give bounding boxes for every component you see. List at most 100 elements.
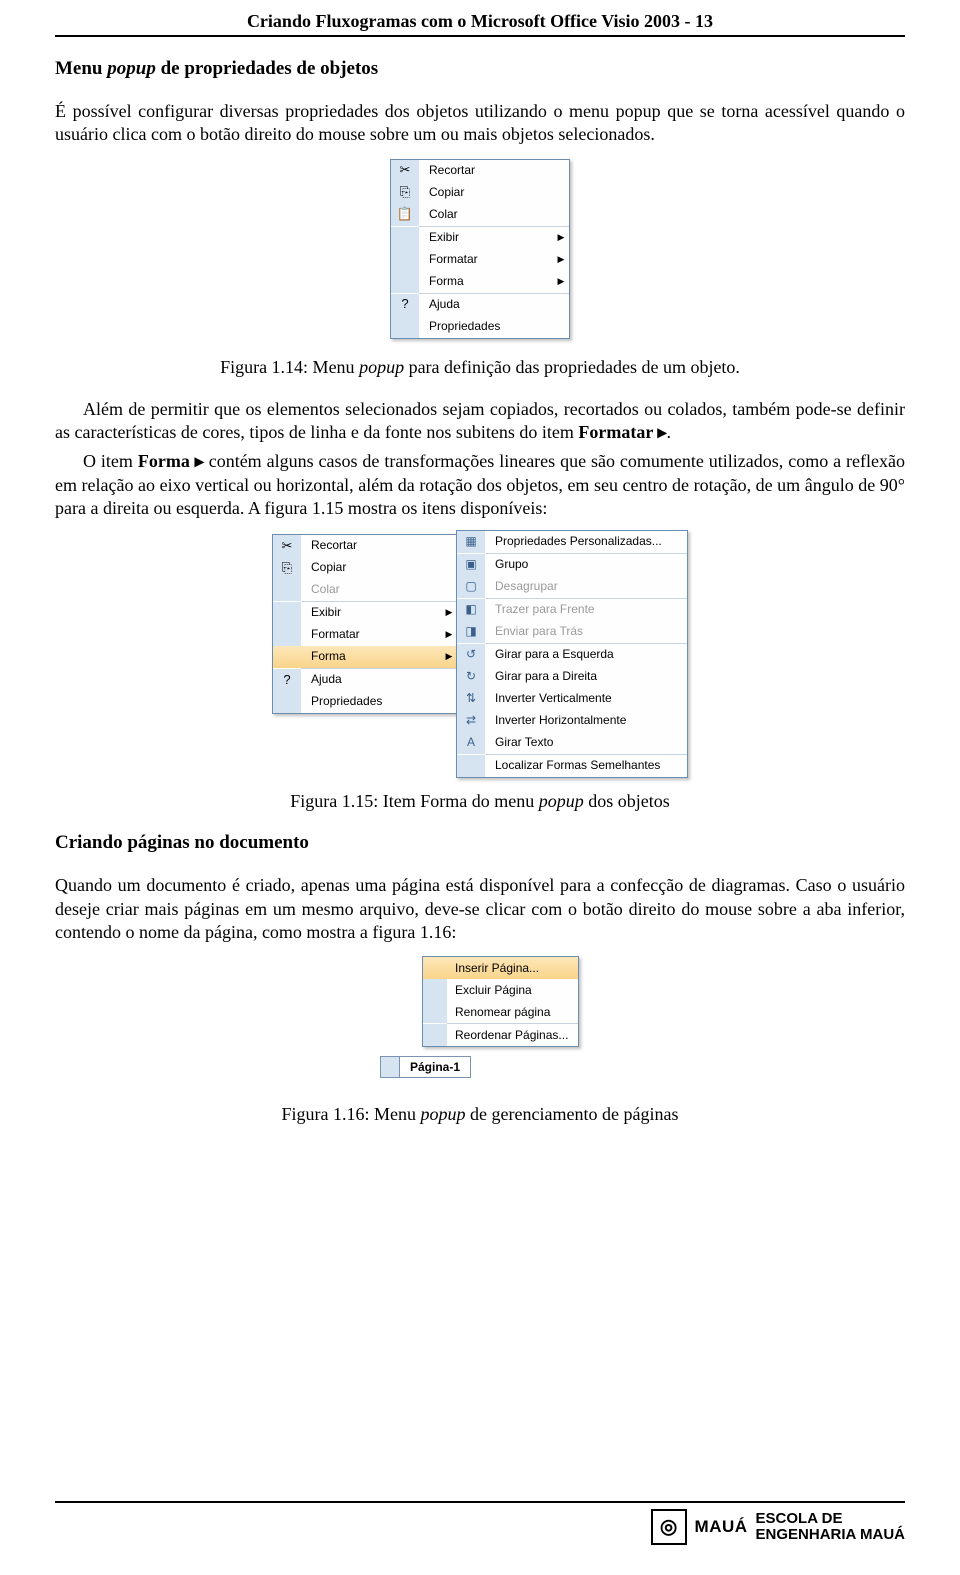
menu-item-label: Recortar xyxy=(419,163,569,179)
menu-item[interactable]: Colar xyxy=(273,579,457,601)
page-menu-item[interactable]: Renomear página xyxy=(423,1001,578,1023)
submenu-item[interactable]: ⇅Inverter Verticalmente xyxy=(457,688,687,710)
submenu-item-label: Girar Texto xyxy=(485,735,687,751)
forma-submenu[interactable]: ▦Propriedades Personalizadas...▣Grupo▢De… xyxy=(456,530,688,778)
submenu-item-icon: A xyxy=(457,732,485,754)
submenu-item-icon xyxy=(457,755,485,777)
copy-icon: ⎘ xyxy=(391,182,419,204)
submenu-item[interactable]: ▢Desagrupar xyxy=(457,576,687,598)
menu-item[interactable]: Exibir▶ xyxy=(391,227,569,249)
submenu-arrow-icon: ▶ xyxy=(441,651,457,663)
figure-1-14: ✂Recortar⎘Copiar📋ColarExibir▶Formatar▶Fo… xyxy=(55,159,905,344)
figure-1-16-caption: Figura 1.16: Menu popup de gerenciamento… xyxy=(55,1103,905,1126)
menu-item[interactable]: ?Ajuda xyxy=(273,669,457,691)
menu-item-label: Propriedades xyxy=(419,319,569,335)
page-menu-item[interactable]: Reordenar Páginas... xyxy=(423,1024,578,1046)
paragraph-forma: O item Forma ▸ contém alguns casos de tr… xyxy=(55,450,905,520)
submenu-item-icon: ◨ xyxy=(457,621,485,643)
menu-item[interactable]: Exibir▶ xyxy=(273,602,457,624)
submenu-item-icon: ⇅ xyxy=(457,688,485,710)
submenu-item[interactable]: AGirar Texto xyxy=(457,732,687,754)
menu-item-label: Propriedades xyxy=(301,694,457,710)
submenu-item-label: Desagrupar xyxy=(485,579,687,595)
submenu-arrow-icon: ▶ xyxy=(441,607,457,619)
paragraph-intro: É possível configurar diversas proprieda… xyxy=(55,100,905,147)
cut-icon: ✂ xyxy=(391,160,419,182)
menu-item-label: Copiar xyxy=(419,185,569,201)
submenu-item-icon: ↺ xyxy=(457,644,485,666)
menu-item[interactable]: Formatar▶ xyxy=(391,249,569,271)
cut-icon: ✂ xyxy=(273,535,301,557)
header-rule xyxy=(55,35,905,37)
maua-logo-icon: ◎ xyxy=(651,1509,687,1545)
menu-item[interactable]: Propriedades xyxy=(273,691,457,713)
submenu-item-label: Inverter Verticalmente xyxy=(485,691,687,707)
submenu-item-icon: ▣ xyxy=(457,554,485,576)
menu-item[interactable]: 📋Colar xyxy=(391,204,569,226)
figure-1-15: ✂Recortar⎘CopiarColarExibir▶Formatar▶For… xyxy=(55,533,905,778)
page-menu-item-label: Reordenar Páginas... xyxy=(447,1028,578,1044)
submenu-item[interactable]: ▦Propriedades Personalizadas... xyxy=(457,531,687,553)
page-context-menu[interactable]: Inserir Página... Excluir Página Renomear … xyxy=(422,956,579,1047)
page-menu-item[interactable]: Inserir Página... xyxy=(423,957,578,979)
heading-criando-paginas: Criando páginas no documento xyxy=(55,831,905,856)
menu-item[interactable]: ✂Recortar xyxy=(391,160,569,182)
submenu-item-label: Girar para a Direita xyxy=(485,669,687,685)
submenu-item-label: Inverter Horizontalmente xyxy=(485,713,687,729)
menu-item[interactable]: ⎘Copiar xyxy=(391,182,569,204)
help-icon: ? xyxy=(391,294,419,316)
submenu-item[interactable]: ↻Girar para a Direita xyxy=(457,666,687,688)
submenu-item[interactable]: ▣Grupo xyxy=(457,554,687,576)
menu-item-label: Ajuda xyxy=(419,297,569,313)
menu-item[interactable]: ✂Recortar xyxy=(273,535,457,557)
page-tab[interactable]: Página-1 xyxy=(380,1056,471,1078)
page-menu-item[interactable]: Excluir Página xyxy=(423,979,578,1001)
submenu-item-label: Girar para a Esquerda xyxy=(485,647,687,663)
menu-item-label: Exibir xyxy=(419,230,553,246)
maua-logo-text: MAUÁ xyxy=(695,1516,748,1538)
submenu-item[interactable]: ◧Trazer para Frente xyxy=(457,599,687,621)
submenu-arrow-icon: ▶ xyxy=(553,276,569,288)
menu-item-label: Recortar xyxy=(301,538,457,554)
submenu-item-icon: ▢ xyxy=(457,576,485,598)
heading-menu-popup-propriedades: Menu popup de propriedades de objetos xyxy=(55,57,905,82)
submenu-item[interactable]: ↺Girar para a Esquerda xyxy=(457,644,687,666)
menu-item-label: Exibir xyxy=(301,605,441,621)
menu-item[interactable]: ?Ajuda xyxy=(391,294,569,316)
submenu-item-icon: ▦ xyxy=(457,531,485,553)
menu-item[interactable]: ⎘Copiar xyxy=(273,557,457,579)
menu-item-label: Colar xyxy=(419,207,569,223)
page-menu-item-label: Excluir Página xyxy=(447,983,578,999)
figure-1-14-caption: Figura 1.14: Menu popup para definição d… xyxy=(55,356,905,379)
page-footer: ◎ MAUÁ ESCOLA DE ENGENHARIA MAUÁ xyxy=(55,1501,905,1545)
menu-item-label: Colar xyxy=(301,582,457,598)
menu-item[interactable]: Forma▶ xyxy=(391,271,569,293)
menu-item[interactable]: Formatar▶ xyxy=(273,624,457,646)
context-menu[interactable]: ✂Recortar⎘Copiar📋ColarExibir▶Formatar▶Fo… xyxy=(390,159,570,339)
submenu-arrow-icon: ▶ xyxy=(553,254,569,266)
menu-item[interactable]: Forma▶ xyxy=(273,646,457,668)
menu-item-label: Forma xyxy=(419,274,553,290)
submenu-item[interactable]: Localizar Formas Semelhantes xyxy=(457,755,687,777)
context-menu[interactable]: ✂Recortar⎘CopiarColarExibir▶Formatar▶For… xyxy=(272,534,458,714)
submenu-item-label: Grupo xyxy=(485,557,687,573)
submenu-item-label: Trazer para Frente xyxy=(485,602,687,618)
figure-1-16: Inserir Página... Excluir Página Renomear … xyxy=(55,956,905,1090)
submenu-arrow-icon: ▶ xyxy=(441,629,457,641)
tab-nav-handle[interactable] xyxy=(380,1056,399,1078)
page-tab-label[interactable]: Página-1 xyxy=(399,1056,471,1078)
submenu-item[interactable]: ◨Enviar para Trás xyxy=(457,621,687,643)
menu-item-label: Forma xyxy=(301,649,441,665)
submenu-item-icon: ↻ xyxy=(457,666,485,688)
paragraph-criando-paginas: Quando um documento é criado, apenas uma… xyxy=(55,874,905,944)
figure-1-15-caption: Figura 1.15: Item Forma do menu popup do… xyxy=(55,790,905,813)
page-menu-item-label: Inserir Página... xyxy=(447,961,578,977)
submenu-item-icon: ◧ xyxy=(457,599,485,621)
submenu-arrow-icon: ▶ xyxy=(553,232,569,244)
help-icon: ? xyxy=(273,669,301,691)
submenu-item-icon: ⇄ xyxy=(457,710,485,732)
menu-item-label: Copiar xyxy=(301,560,457,576)
menu-item[interactable]: Propriedades xyxy=(391,316,569,338)
submenu-item[interactable]: ⇄Inverter Horizontalmente xyxy=(457,710,687,732)
submenu-item-label: Propriedades Personalizadas... xyxy=(485,534,687,550)
